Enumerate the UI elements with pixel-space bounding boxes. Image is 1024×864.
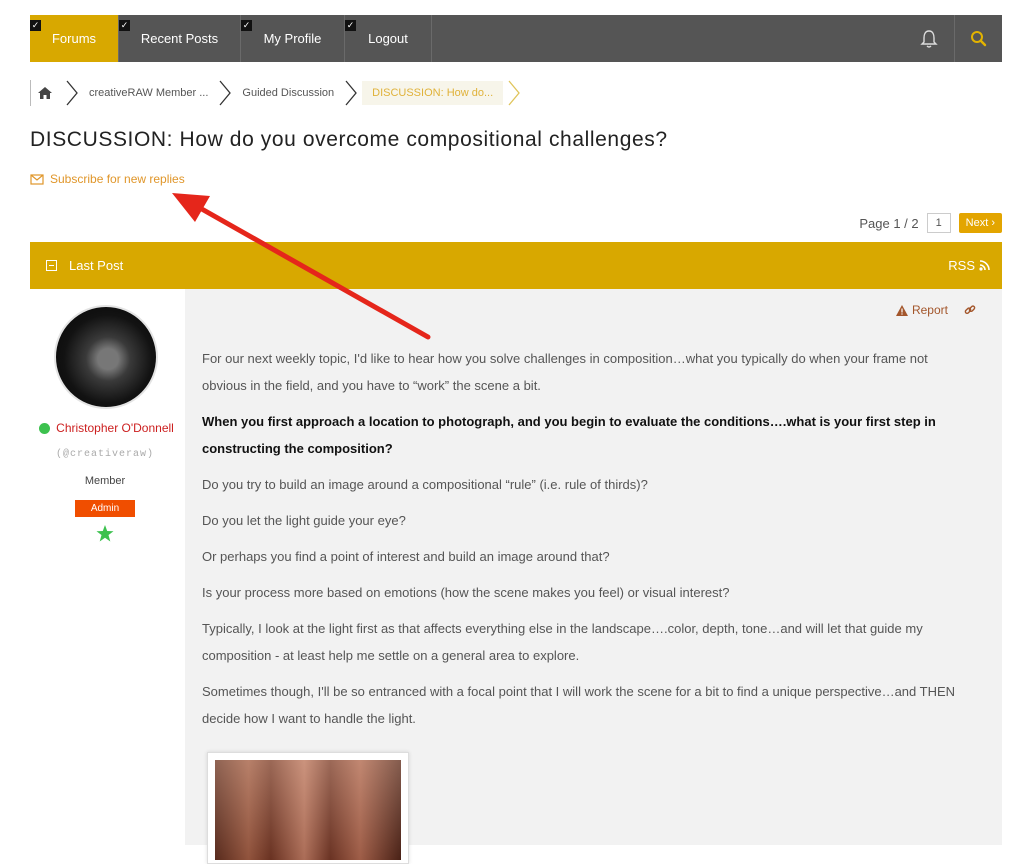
tab-label: Recent Posts <box>140 31 219 46</box>
breadcrumb: creativeRAW Member ... Guided Discussion… <box>30 78 525 108</box>
post-paragraph: Sometimes though, I'll be so entranced w… <box>202 684 956 726</box>
post-paragraph: Do you let the light guide your eye? <box>202 513 406 528</box>
post-paragraph: Is your process more based on emotions (… <box>202 585 730 600</box>
nav-right <box>904 15 1002 62</box>
chevron-right-icon <box>345 80 357 106</box>
notifications-button[interactable] <box>904 15 955 62</box>
tab-forums[interactable]: ✓ Forums <box>30 15 119 62</box>
report-label: Report <box>911 303 948 317</box>
tab-recent-posts[interactable]: ✓ Recent Posts <box>119 15 241 62</box>
envelope-icon <box>30 173 44 185</box>
star-icon <box>96 525 114 542</box>
admin-badge: Admin <box>75 500 135 517</box>
page-indicator: Page 1 / 2 <box>859 215 919 231</box>
checkbox-icon: ✓ <box>30 20 41 31</box>
avatar[interactable] <box>54 305 158 409</box>
tab-label: My Profile <box>263 31 322 46</box>
pagination: Page 1 / 2 1 Next › <box>859 213 1002 233</box>
search-button[interactable] <box>955 15 1002 62</box>
breadcrumb-home[interactable] <box>30 80 61 106</box>
post-paragraph: When you first approach a location to ph… <box>202 414 936 456</box>
rss-label: RSS <box>948 258 975 273</box>
chevron-right-icon <box>66 80 78 106</box>
post-paragraph: Typically, I look at the light first as … <box>202 621 923 663</box>
page-number-input[interactable]: 1 <box>926 213 951 233</box>
bell-icon <box>920 29 938 48</box>
author-handle: (@creativeraw) <box>55 449 154 460</box>
breadcrumb-current: DISCUSSION: How do... <box>362 81 504 105</box>
next-label: Next <box>965 217 989 229</box>
tab-logout[interactable]: ✓ Logout <box>345 15 432 62</box>
search-icon <box>971 31 987 47</box>
post-image[interactable] <box>207 752 409 864</box>
post-paragraph: Or perhaps you find a point of interest … <box>202 549 610 564</box>
tab-label: Logout <box>368 31 408 46</box>
breadcrumb-item[interactable]: creativeRAW Member ... <box>83 87 214 99</box>
link-icon[interactable] <box>964 304 976 316</box>
collapse-icon <box>46 260 57 271</box>
top-nav: ✓ Forums ✓ Recent Posts ✓ My Profile ✓ L… <box>30 15 1002 62</box>
author-role: Member <box>84 475 126 487</box>
chevron-right-icon <box>508 80 521 106</box>
rss-icon <box>979 260 990 271</box>
page-title: DISCUSSION: How do you overcome composit… <box>30 128 668 151</box>
post-body: Report For our next weekly topic, I'd li… <box>185 289 1002 864</box>
checkbox-icon: ✓ <box>119 20 130 31</box>
checkbox-icon: ✓ <box>345 20 356 31</box>
checkbox-icon: ✓ <box>241 20 252 31</box>
tab-label: Forums <box>51 31 97 46</box>
post-paragraph: Do you try to build an image around a co… <box>202 477 648 492</box>
post-content: For our next weekly topic, I'd like to h… <box>202 345 972 741</box>
report-button[interactable]: Report <box>895 303 948 317</box>
last-post-label: Last Post <box>69 258 124 273</box>
author-panel: Christopher O'Donnell (@creativeraw) Mem… <box>30 289 183 845</box>
online-status-icon <box>39 422 51 434</box>
home-icon <box>38 87 52 99</box>
tab-my-profile[interactable]: ✓ My Profile <box>241 15 345 62</box>
next-page-button[interactable]: Next › <box>958 213 1002 233</box>
warning-icon <box>895 304 908 316</box>
post-paragraph: For our next weekly topic, I'd like to h… <box>202 351 928 393</box>
breadcrumb-item[interactable]: Guided Discussion <box>236 87 340 99</box>
post-actions: Report <box>895 303 976 317</box>
forest-photo <box>215 760 401 860</box>
subscribe-label: Subscribe for new replies <box>50 172 185 186</box>
rss-link[interactable]: RSS <box>948 258 990 273</box>
post-header-bar: Last Post RSS <box>30 242 1002 289</box>
subscribe-link[interactable]: Subscribe for new replies <box>30 172 185 186</box>
last-post-toggle[interactable]: Last Post <box>46 258 123 273</box>
author-name: Christopher O'Donnell <box>56 421 174 435</box>
author-name-row[interactable]: Christopher O'Donnell <box>30 421 183 435</box>
chevron-right-icon <box>219 80 232 106</box>
